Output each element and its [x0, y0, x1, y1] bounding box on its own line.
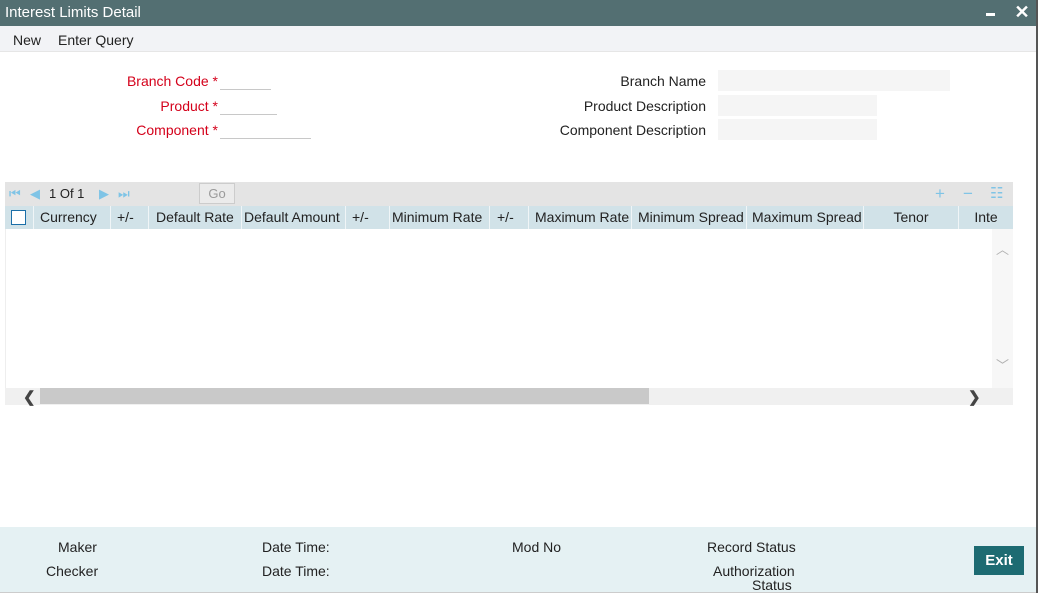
vertical-scrollbar[interactable]: ︿ ﹀ [992, 229, 1013, 388]
product-input[interactable] [220, 95, 277, 115]
checker-datetime-label: Date Time: [262, 563, 330, 579]
next-page-icon[interactable]: ▶ [99, 186, 109, 202]
product-label: Product * [160, 98, 218, 114]
column-header-minimum-rate[interactable]: Minimum Rate [386, 206, 490, 229]
column-header-maximum-spread[interactable]: Maximum Spread [746, 206, 864, 229]
menu-bar: New Enter Query [0, 26, 1036, 52]
scroll-up-icon[interactable]: ︿ [996, 239, 1009, 258]
horizontal-scrollbar[interactable]: ❮ ❯ [5, 388, 1013, 406]
column-header-interest[interactable]: Inte [959, 206, 1013, 229]
title-bar: Interest Limits Detail ✕ [0, 0, 1036, 26]
close-icon[interactable]: ✕ [1012, 2, 1032, 22]
column-header-maximum-rate[interactable]: Maximum Rate [529, 206, 632, 229]
grid-body [5, 229, 1013, 388]
previous-page-icon[interactable]: ◀ [30, 186, 40, 202]
horizontal-scroll-thumb[interactable] [40, 388, 649, 404]
column-header-currency[interactable]: Currency [34, 206, 111, 229]
single-view-icon[interactable]: ☷ [990, 184, 1003, 202]
branch-name-field[interactable] [718, 70, 950, 91]
window-title: Interest Limits Detail [5, 4, 141, 21]
column-header-min-sign[interactable]: +/- [346, 206, 390, 229]
go-button[interactable]: Go [199, 183, 235, 204]
column-header-minimum-spread[interactable]: Minimum Spread [632, 206, 747, 229]
column-header-default-amount[interactable]: Default Amount [238, 206, 346, 229]
product-description-label: Product Description [583, 98, 706, 114]
scroll-down-icon[interactable]: ﹀ [996, 355, 1009, 374]
component-label: Component * [136, 122, 218, 138]
select-all-cell [5, 206, 34, 229]
interest-limits-detail-window: Interest Limits Detail ✕ New Enter Query… [0, 0, 1038, 593]
branch-name-label: Branch Name [620, 73, 706, 89]
branch-code-label: Branch Code * [126, 73, 218, 89]
column-header-default-rate[interactable]: Default Rate [150, 206, 242, 229]
authorization-status-label-line2: Status [752, 577, 792, 593]
maker-datetime-label: Date Time: [262, 539, 330, 555]
branch-code-input[interactable] [220, 70, 271, 90]
menu-enter-query[interactable]: Enter Query [58, 32, 133, 48]
mod-no-label: Mod No [512, 539, 562, 555]
column-header-currency-sign[interactable]: +/- [111, 206, 149, 229]
last-page-icon[interactable]: ⏭ [118, 186, 130, 202]
menu-new[interactable]: New [13, 32, 41, 48]
first-page-icon[interactable]: ⏮ [9, 186, 21, 202]
exit-button[interactable]: Exit [974, 546, 1024, 575]
audit-footer: Maker Checker Date Time: Date Time: Mod … [0, 527, 1036, 593]
select-all-checkbox[interactable] [11, 210, 26, 225]
scroll-right-icon[interactable]: ❯ [968, 388, 981, 406]
maker-label: Maker [58, 539, 97, 555]
component-description-field[interactable] [718, 119, 877, 140]
checker-label: Checker [46, 563, 99, 579]
minimize-icon[interactable] [981, 2, 1001, 22]
grid-toolbar: ⏮ ◀ 1 Of 1 ▶ ⏭ Go + − ☷ [5, 182, 1013, 206]
component-input[interactable] [220, 119, 311, 139]
product-description-field[interactable] [718, 95, 877, 116]
component-description-label: Component Description [559, 122, 706, 138]
column-header-max-sign[interactable]: +/- [491, 206, 529, 229]
grid-header: Currency +/- Default Rate Default Amount… [5, 206, 1013, 229]
page-info: 1 Of 1 [49, 186, 85, 201]
delete-row-icon[interactable]: − [963, 184, 973, 204]
add-row-icon[interactable]: + [935, 184, 945, 204]
column-header-tenor[interactable]: Tenor [864, 206, 959, 229]
record-status-label: Record Status [707, 539, 796, 555]
scroll-left-icon[interactable]: ❮ [23, 388, 36, 406]
